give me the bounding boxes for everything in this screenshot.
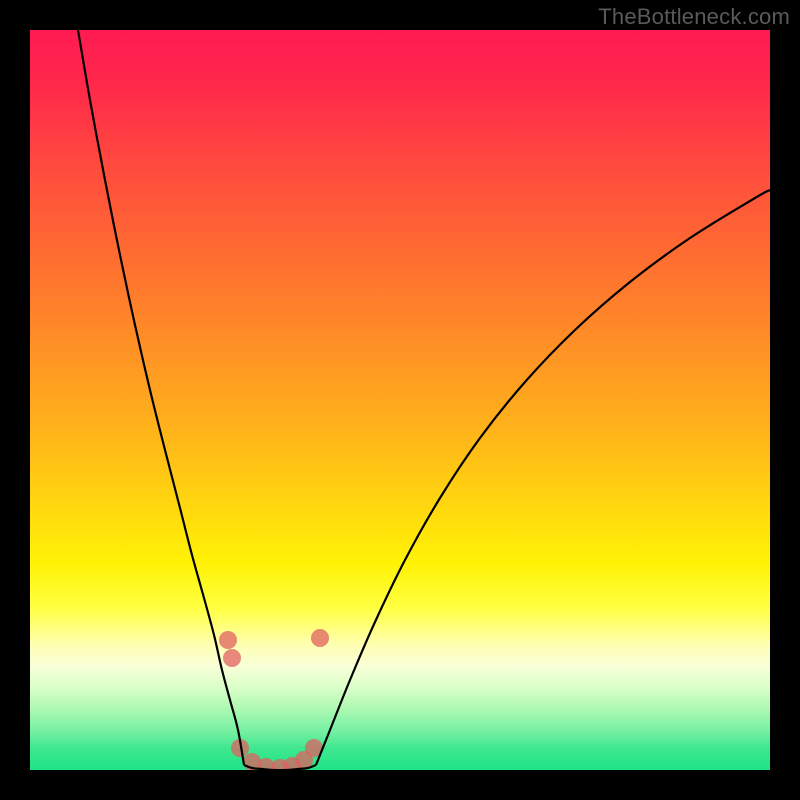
marker-dot [223,649,241,667]
curve-right-branch [316,190,770,765]
watermark-text: TheBottleneck.com [598,4,790,30]
markers-group [219,629,329,770]
marker-dot [219,631,237,649]
marker-dot [311,629,329,647]
curve-left-branch [78,30,244,765]
outer-frame: TheBottleneck.com [0,0,800,800]
plot-area [30,30,770,770]
curve-layer [30,30,770,770]
